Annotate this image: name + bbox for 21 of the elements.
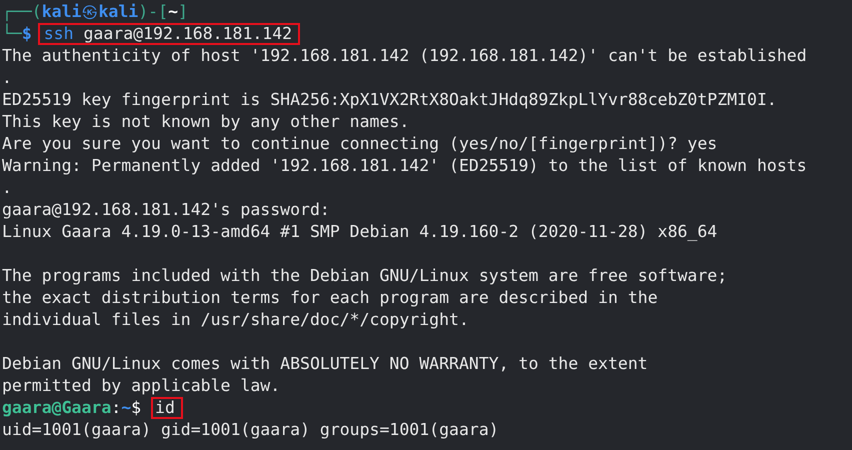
output-line: The programs included with the Debian GNU/Linux system are free software;: [2, 265, 728, 287]
output-line: .: [2, 177, 13, 199]
output-line: Warning: Permanently added '192.168.181.142' (ED25519) to the list of known hosts: [2, 155, 808, 177]
output-line: permitted by applicable law.: [2, 375, 282, 397]
prompt-symbol: $: [22, 24, 32, 43]
output-line: the exact distribution terms for each program are described in the: [2, 287, 659, 309]
output-line: Debian GNU/Linux comes with ABSOLUTELY NO WARRANTY, to the extent: [2, 353, 649, 375]
output-line: The authenticity of host '192.168.181.142 (192.168.181.142)' can't be established: [2, 45, 808, 67]
output-line: ED25519 key fingerprint is SHA256:XpX1VX2RtX8OaktJHdq89ZkpLlYvr88cebZ0tPZMI0I.: [2, 89, 778, 111]
command-text: id: [151, 397, 183, 419]
output-line: Are you sure you want to continue connecting (yes/no/[fingerprint])? yes: [2, 133, 718, 155]
output-line: individual files in /usr/share/doc/*/copyright.: [2, 309, 470, 331]
prompt-line: ┌──(kali㉿kali)-[~]: [2, 1, 189, 23]
output-line: Linux Gaara 4.19.0-13-amd64 #1 SMP Debian 4.19.160-2 (2020-11-28) x86_64: [2, 221, 718, 243]
prompt-text: gaara@Gaara:~$: [2, 398, 142, 417]
output-line: This key is not known by any other names.: [2, 111, 410, 133]
output-line: .: [2, 67, 13, 89]
command-text: ssh gaara@192.168.181.142: [38, 23, 300, 45]
output-line: uid=1001(gaara) gid=1001(gaara) groups=1001(gaara): [2, 419, 500, 441]
prompt-corner: └─: [2, 24, 22, 43]
output-line: gaara@192.168.181.142's password:: [2, 199, 331, 221]
